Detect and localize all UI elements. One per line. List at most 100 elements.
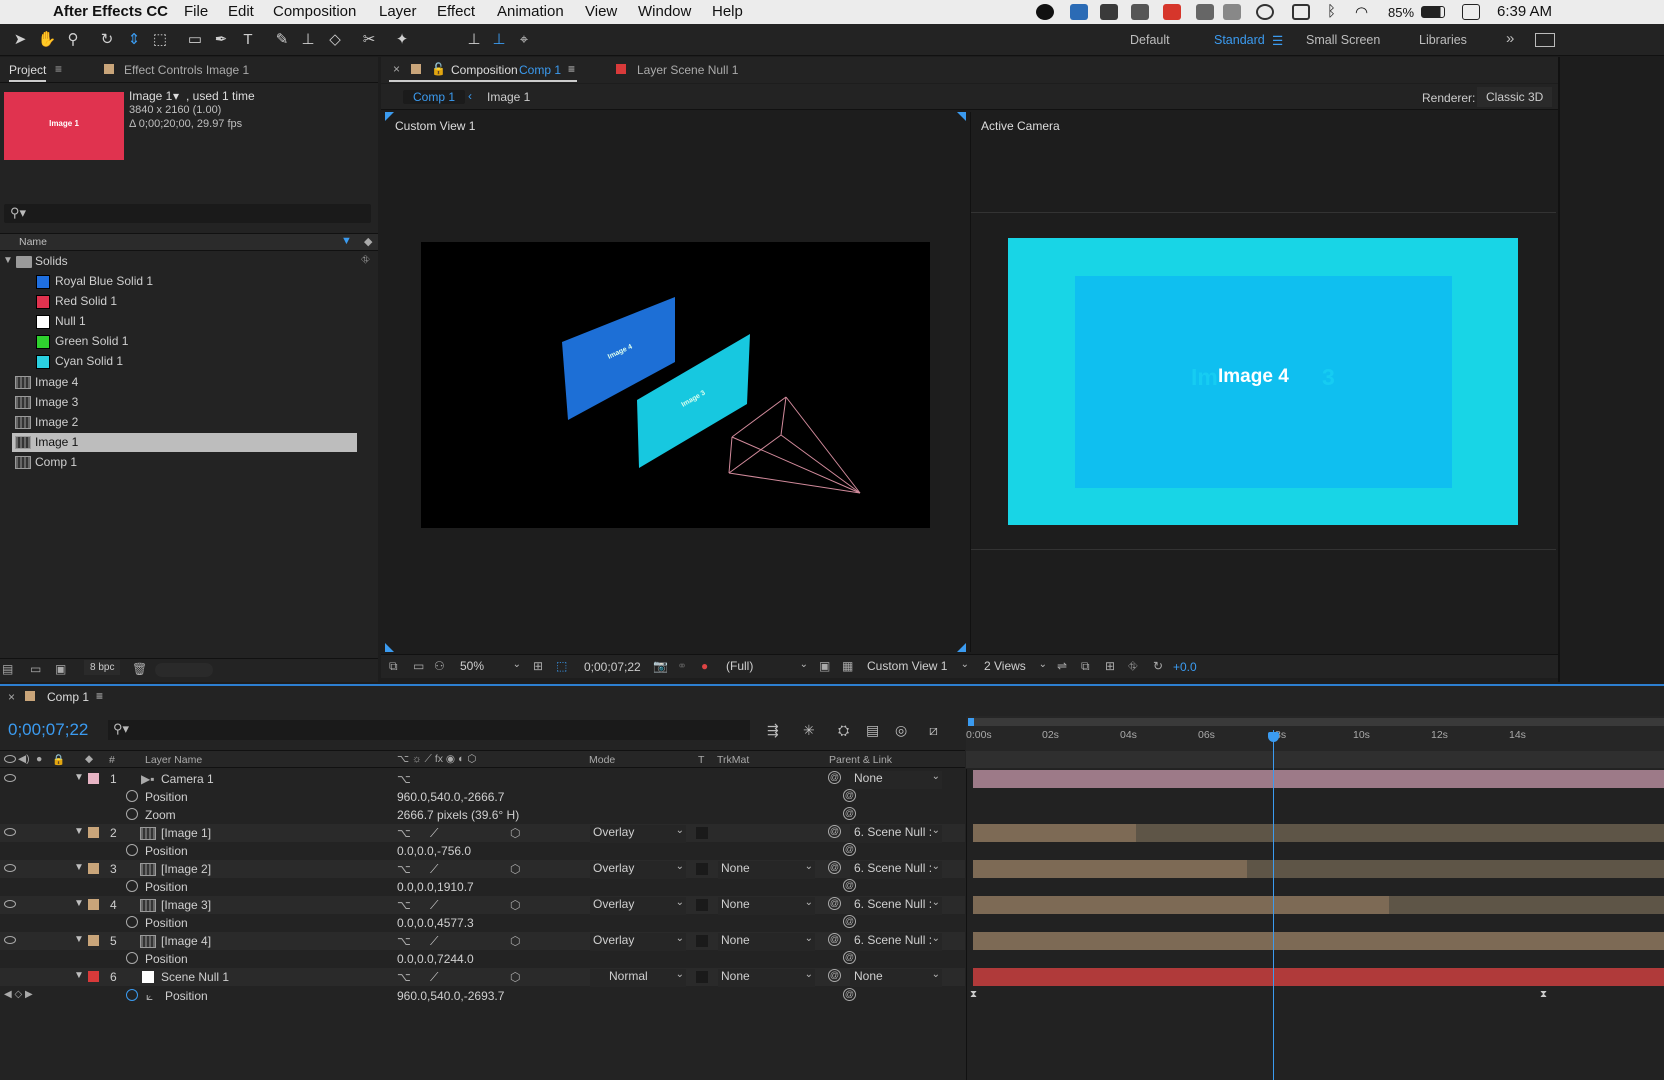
blend-mode-select[interactable]: Overlay ⌄ bbox=[590, 861, 686, 879]
menu-layer[interactable]: Layer bbox=[379, 3, 417, 20]
track-matte-select[interactable]: None ⌄ bbox=[718, 897, 815, 915]
label-column-icon[interactable]: ◆ bbox=[85, 753, 93, 765]
sync-icon[interactable] bbox=[1196, 4, 1214, 20]
parent-select[interactable]: 6. Scene Null : ⌄ bbox=[850, 825, 942, 843]
project-item-solids[interactable]: Solids bbox=[35, 254, 68, 268]
property-value[interactable]: 0.0,0.0,4577.3 bbox=[397, 916, 474, 930]
layer-label-swatch[interactable] bbox=[88, 827, 99, 838]
stopwatch-icon[interactable] bbox=[126, 916, 138, 928]
reset-exposure-icon[interactable]: ↻ bbox=[1153, 659, 1163, 673]
property-value[interactable]: 960.0,540.0,-2666.7 bbox=[397, 790, 504, 804]
menu-help[interactable]: Help bbox=[712, 3, 743, 20]
visibility-eye-icon[interactable] bbox=[4, 936, 16, 944]
tab-layer[interactable]: Layer Scene Null 1 bbox=[637, 63, 738, 77]
folder-disclosure-icon[interactable]: ▼ bbox=[3, 255, 13, 266]
more-workspaces-icon[interactable]: » bbox=[1506, 30, 1514, 47]
layer-bar-camera[interactable] bbox=[973, 770, 1664, 788]
audio-icon[interactable]: ◀) bbox=[18, 753, 30, 765]
rectangle-tool-icon[interactable]: ▭ bbox=[185, 30, 205, 50]
shy-switch-icon[interactable]: ⌥ bbox=[397, 934, 411, 948]
interpret-footage-icon[interactable]: ▤ bbox=[2, 662, 13, 676]
layer-bar-image-2-active[interactable] bbox=[973, 860, 1247, 878]
preserve-transparency-checkbox[interactable] bbox=[696, 827, 708, 839]
pickwhip-icon[interactable]: @ bbox=[843, 915, 856, 928]
pickwhip-icon[interactable]: @ bbox=[843, 843, 856, 856]
pan-behind-tool-icon[interactable]: ⬚ bbox=[150, 30, 170, 50]
flowchart-icon[interactable]: ⛗ bbox=[1128, 659, 1138, 674]
playhead-line[interactable] bbox=[1273, 730, 1274, 1080]
snapshot-camera-icon[interactable]: 📷 bbox=[653, 659, 668, 673]
thumbnail-size-slider[interactable] bbox=[155, 663, 213, 677]
app-menu[interactable]: After Effects CC bbox=[53, 3, 168, 20]
resolution-select[interactable]: (Full) ⌄ bbox=[726, 659, 810, 677]
type-tool-icon[interactable]: T bbox=[238, 30, 258, 50]
layer-name[interactable]: [Image 3] bbox=[161, 898, 211, 912]
new-composition-icon[interactable]: ▣ bbox=[55, 662, 66, 676]
shy-switch-icon[interactable]: ⌥ bbox=[397, 970, 411, 984]
layer-bar-image-1-active[interactable] bbox=[973, 824, 1136, 842]
tab-composition-name[interactable]: Comp 1 bbox=[519, 63, 561, 77]
layer-label-swatch[interactable] bbox=[88, 935, 99, 946]
frame-blending-icon[interactable]: ▤ bbox=[866, 722, 879, 739]
preserve-transparency-checkbox[interactable] bbox=[696, 863, 708, 875]
parent-select[interactable]: None ⌄ bbox=[850, 771, 942, 789]
pickwhip-icon[interactable]: @ bbox=[828, 897, 841, 910]
tab-project[interactable]: Project bbox=[9, 63, 47, 82]
pickwhip-icon[interactable]: @ bbox=[828, 771, 841, 784]
property-value[interactable]: 0.0,0.0,1910.7 bbox=[397, 880, 474, 894]
timeline-current-time[interactable]: 0;00;07;22 bbox=[8, 720, 88, 740]
pickwhip-icon[interactable]: @ bbox=[843, 988, 856, 1001]
visibility-eye-icon[interactable] bbox=[4, 900, 16, 908]
project-item-comp-1[interactable]: Comp 1 bbox=[35, 455, 77, 469]
viewer-custom-view[interactable]: Custom View 1 Image 4 Image 3 bbox=[385, 112, 967, 652]
property-value[interactable]: 0.0,0.0,7244.0 bbox=[397, 952, 474, 966]
pickwhip-icon[interactable]: @ bbox=[828, 933, 841, 946]
zoom-tool-icon[interactable]: ⚲ bbox=[63, 30, 83, 50]
transparency-grid-icon[interactable]: ⬚ bbox=[556, 659, 567, 673]
layer-bar-image-3-active[interactable] bbox=[973, 896, 1389, 914]
breadcrumb-layer[interactable]: Image 1 bbox=[487, 90, 530, 104]
shy-switch-icon[interactable]: ⌥ bbox=[397, 772, 411, 786]
workspace-menu-icon[interactable]: ☰ bbox=[1272, 33, 1283, 48]
project-search-input[interactable]: ⚲▾ bbox=[4, 204, 371, 223]
parent-select[interactable]: 6. Scene Null : ⌄ bbox=[850, 897, 942, 915]
layer-row-image-3[interactable]: ▼ 4 [Image 3] ⌥ ⟋ ⬡ Overlay ⌄ None ⌄ @ 6. … bbox=[0, 896, 965, 915]
eraser-tool-icon[interactable]: ◇ bbox=[325, 30, 345, 50]
menu-animation[interactable]: Animation bbox=[497, 3, 564, 20]
layer-row-image-1[interactable]: ▼ 2 [Image 1] ⌥ ⟋ ⬡ Overlay ⌄ @ 6. Scene … bbox=[0, 824, 965, 843]
puppet-tool-icon[interactable]: ✦ bbox=[392, 30, 412, 50]
property-value[interactable]: 960.0,540.0,-2693.7 bbox=[397, 989, 504, 1003]
preserve-transparency-checkbox[interactable] bbox=[696, 935, 708, 947]
calendar-icon[interactable] bbox=[1462, 4, 1480, 20]
work-area-bar[interactable] bbox=[970, 718, 1664, 726]
tab-composition-prefix[interactable]: Composition bbox=[451, 63, 518, 77]
local-axis-icon[interactable]: ⊥ bbox=[464, 30, 484, 50]
stopwatch-icon[interactable] bbox=[126, 790, 138, 802]
pixel-aspect-icon[interactable]: ⇌ bbox=[1057, 659, 1067, 673]
layer-disclosure-icon[interactable]: ▼ bbox=[74, 862, 84, 873]
view-layout-select[interactable]: 2 Views ⌄ bbox=[984, 659, 1049, 677]
viewer-active-camera[interactable]: Active Camera Im Image 4 3 bbox=[970, 112, 1556, 652]
dropbox-icon[interactable] bbox=[1100, 4, 1118, 20]
project-item-image-4[interactable]: Image 4 bbox=[35, 375, 78, 389]
preserve-transparency-checkbox[interactable] bbox=[696, 971, 708, 983]
lock-column-icon[interactable]: 🔒 bbox=[52, 753, 65, 766]
menu-window[interactable]: Window bbox=[638, 3, 691, 20]
layer-bar-image-4[interactable] bbox=[973, 932, 1664, 950]
pickwhip-icon[interactable]: @ bbox=[828, 861, 841, 874]
lock-icon[interactable]: 🔓 bbox=[431, 62, 446, 76]
menu-composition[interactable]: Composition bbox=[273, 3, 356, 20]
label-tag-icon[interactable]: ◆ bbox=[364, 235, 372, 248]
view-select[interactable]: Custom View 1 ⌄ bbox=[867, 659, 971, 677]
timeline-icon[interactable]: ⊞ bbox=[1105, 659, 1115, 673]
track-matte-select[interactable]: None ⌄ bbox=[718, 933, 815, 951]
layer-name-column-header[interactable]: Layer Name bbox=[145, 754, 202, 766]
project-tab-menu-icon[interactable]: ≡ bbox=[55, 62, 62, 76]
property-value[interactable]: 2666.7 pixels (39.6° H) bbox=[397, 808, 519, 822]
menu-view[interactable]: View bbox=[585, 3, 617, 20]
quality-switch-icon[interactable]: ⟋ bbox=[430, 862, 438, 877]
channel-icon[interactable]: ● bbox=[701, 659, 708, 673]
preserve-transparency-checkbox[interactable] bbox=[696, 899, 708, 911]
pickwhip-icon[interactable]: @ bbox=[843, 879, 856, 892]
blend-mode-select[interactable]: Overlay ⌄ bbox=[590, 825, 686, 843]
